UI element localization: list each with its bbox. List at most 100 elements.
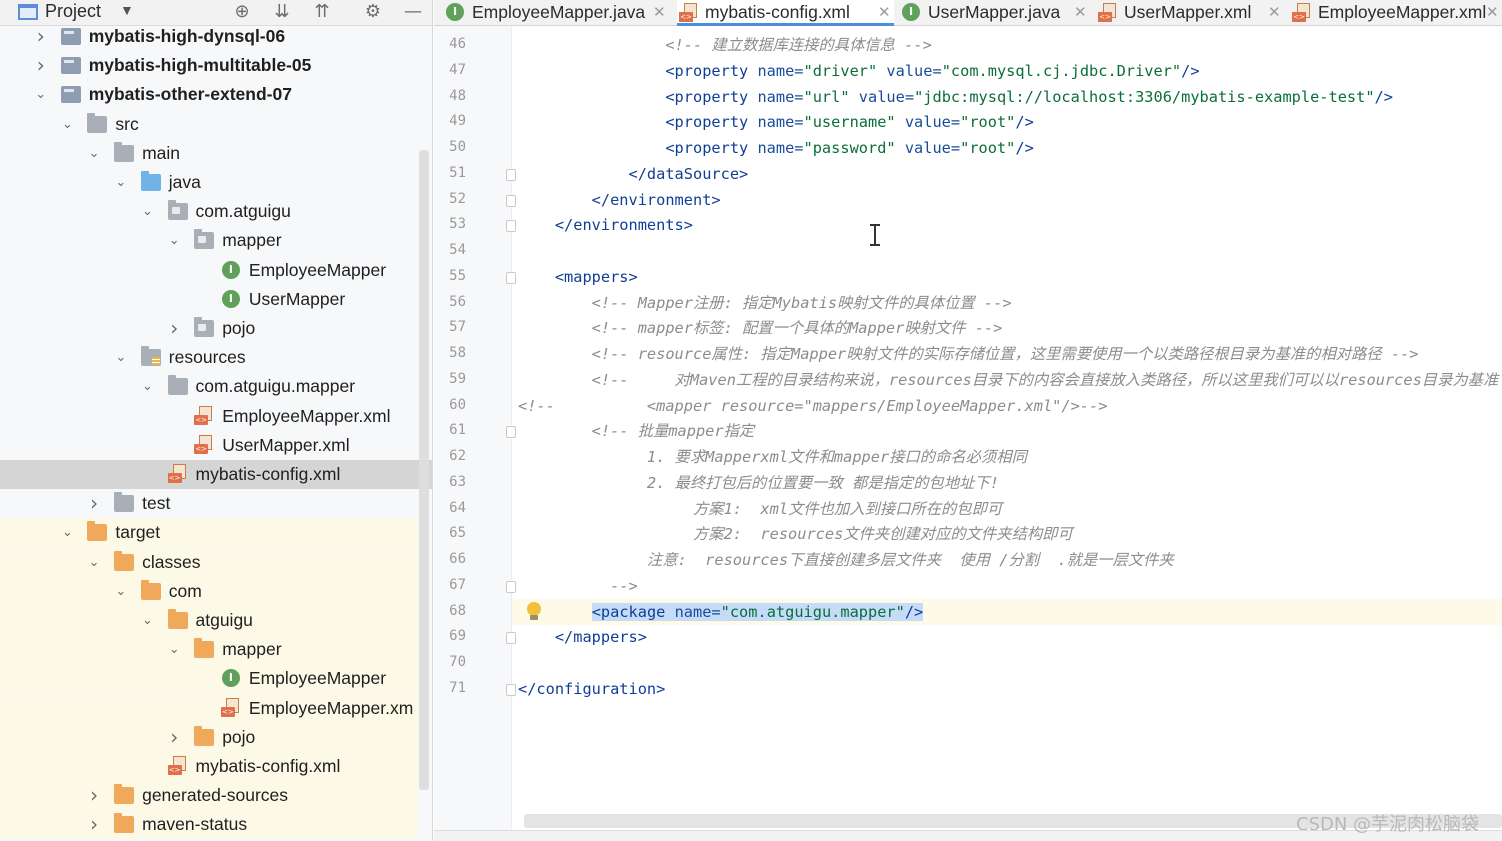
tree-node[interactable]: › mybatis-high-multitable-05 [0, 51, 418, 80]
tree-node[interactable]: › mybatis-high-dynsql-06 [0, 22, 418, 51]
tree-node[interactable]: › test [0, 489, 418, 518]
project-tree-scrollbar[interactable] [419, 150, 429, 790]
editor-tab[interactable]: I EmployeeMapper.java ✕ [444, 0, 669, 26]
close-icon[interactable]: ✕ [1268, 0, 1281, 24]
fold-marker-icon[interactable] [506, 220, 516, 233]
chevron-down-icon[interactable]: ⌄ [141, 197, 155, 226]
chevron-down-icon[interactable]: ⌄ [60, 518, 74, 547]
code-line[interactable]: --> [518, 574, 638, 599]
tree-node[interactable]: ⌄ target [0, 518, 418, 548]
code-line[interactable]: <!-- Mapper注册: 指定Mybatis映射文件的具体位置 --> [518, 291, 1012, 316]
tree-node[interactable]: › maven-status [0, 810, 418, 840]
line-number: 50 [449, 139, 466, 155]
tree-node[interactable]: › pojo [0, 314, 418, 343]
code-line[interactable]: 方案1: xml文件也加入到接口所在的包即可 [518, 497, 1002, 522]
editor-tab[interactable]: <> UserMapper.xml ✕ [1096, 0, 1284, 26]
tree-node[interactable]: › generated-sources [0, 781, 418, 811]
chevron-right-icon[interactable]: › [34, 51, 48, 80]
code-line[interactable]: </environments> [518, 213, 693, 238]
fold-marker-icon[interactable] [506, 168, 516, 181]
chevron-down-icon[interactable]: ⌄ [114, 168, 128, 197]
code-line[interactable]: <property name="url" value="jdbc:mysql:/… [518, 85, 1393, 110]
tree-node[interactable]: <> EmployeeMapper.xm [0, 693, 418, 723]
tree-node[interactable]: I UserMapper [0, 285, 418, 314]
close-icon[interactable]: ✕ [1074, 0, 1087, 24]
chevron-down-icon[interactable]: ⌄ [114, 577, 128, 606]
chevron-down-icon[interactable]: ⌄ [141, 606, 155, 635]
tree-node[interactable]: › pojo [0, 722, 418, 752]
chevron-down-icon[interactable]: ▼ [120, 2, 134, 18]
code-line[interactable]: 2. 最终打包后的位置要一致 都是指定的包地址下! [518, 471, 999, 496]
code-line[interactable]: </dataSource> [518, 162, 749, 187]
code-editor[interactable]: 46 47 48 49 50 51 52 53 54 55 56 57 58 59 60 61 62 63 64 65… [434, 26, 1502, 841]
code-line[interactable]: 方案2: resources文件夹创建对应的文件夹结构即可 [518, 522, 1073, 547]
code-line[interactable]: <!-- 批量mapper指定 [518, 419, 755, 444]
tree-node[interactable]: ⌄ com [0, 576, 418, 606]
chevron-down-icon[interactable]: ⌄ [167, 226, 181, 255]
tree-node[interactable]: <> mybatis-config.xml [0, 460, 432, 489]
tree-node[interactable]: ⌄ atguigu [0, 606, 418, 635]
tree-node[interactable]: ⌄ com.atguigu.mapper [0, 372, 418, 401]
line-number: 61 [449, 422, 466, 439]
fold-marker-icon[interactable] [506, 271, 516, 284]
close-icon[interactable]: ✕ [1486, 0, 1499, 24]
tree-node[interactable]: <> UserMapper.xml [0, 431, 418, 460]
tree-node[interactable]: ⌄ mapper [0, 635, 418, 665]
chevron-right-icon[interactable]: › [167, 723, 181, 752]
tree-node[interactable]: ⌄ resources [0, 343, 418, 372]
fold-marker-icon[interactable] [506, 632, 516, 645]
code-line[interactable]: <!-- resource属性: 指定Mapper映射文件的实际存储位置，这里需… [518, 342, 1419, 367]
code-line[interactable]: </mappers> [518, 625, 647, 650]
code-line[interactable]: <!-- <mapper resource="mappers/EmployeeM… [518, 394, 1107, 419]
tree-node[interactable]: ⌄ com.atguigu [0, 197, 418, 226]
fold-marker-icon[interactable] [506, 683, 516, 696]
tree-node[interactable]: ⌄ mapper [0, 226, 418, 255]
code-line[interactable]: <!-- mapper标签: 配置一个具体的Mapper映射文件 --> [518, 316, 1003, 341]
tree-node[interactable]: ⌄ src [0, 110, 418, 139]
fold-marker-icon[interactable] [506, 580, 516, 593]
project-view-selector[interactable]: Project [45, 1, 101, 22]
code-line[interactable]: <property name="username" value="root"/> [518, 110, 1033, 135]
tree-node[interactable]: ⌄ mybatis-other-extend-07 [0, 80, 418, 109]
tree-node[interactable]: <> mybatis-config.xml [0, 752, 418, 781]
code-line[interactable]: 1. 要求Mapperxml文件和mapper接口的命名必须相同 [518, 445, 1027, 470]
chevron-down-icon[interactable]: ⌄ [87, 548, 101, 577]
tree-node[interactable]: ⌄ java [0, 168, 418, 197]
code-line[interactable]: <!-- 对Maven工程的目录结构来说，resources目录下的内容会直接放… [518, 368, 1502, 393]
chevron-down-icon[interactable]: ⌄ [141, 372, 155, 401]
chevron-right-icon[interactable]: › [167, 314, 181, 343]
code-line[interactable]: <package name="com.atguigu.mapper"/> [518, 600, 924, 625]
tree-node[interactable]: I EmployeeMapper [0, 256, 418, 285]
chevron-right-icon[interactable]: › [34, 22, 48, 51]
chevron-right-icon[interactable]: › [87, 781, 101, 810]
chevron-down-icon[interactable]: ⌄ [114, 343, 128, 372]
code-line[interactable]: <property name="driver" value="com.mysql… [518, 59, 1199, 84]
tree-node[interactable]: <> EmployeeMapper.xml [0, 402, 418, 431]
code-line[interactable]: </environment> [518, 188, 721, 213]
tree-node-label: EmployeeMapper [248, 259, 387, 280]
interface-icon: I [221, 669, 240, 688]
chevron-down-icon[interactable]: ⌄ [34, 80, 48, 109]
lightbulb-icon[interactable] [526, 601, 542, 620]
code-line[interactable]: 注意: resources下直接创建多层文件夹 使用 /分割 .就是一层文件夹 [518, 548, 1174, 573]
editor-tab[interactable]: <> mybatis-config.xml ✕ [677, 0, 894, 26]
tree-node[interactable]: I EmployeeMapper [0, 664, 418, 694]
chevron-down-icon[interactable]: ⌄ [60, 110, 74, 139]
code-line[interactable]: <!-- 建立数据库连接的具体信息 --> [518, 33, 931, 58]
code-line[interactable]: </configuration> [518, 677, 665, 702]
code-line[interactable]: <mappers> [518, 265, 638, 290]
close-icon[interactable]: ✕ [878, 0, 891, 24]
close-icon[interactable]: ✕ [653, 0, 666, 24]
tree-node[interactable]: ⌄ main [0, 139, 418, 168]
chevron-right-icon[interactable]: › [87, 489, 101, 518]
editor-tab[interactable]: <> EmployeeMapper.xml ✕ [1290, 0, 1502, 26]
editor-tab[interactable]: I UserMapper.java ✕ [900, 0, 1090, 26]
fold-marker-icon[interactable] [506, 194, 516, 207]
chevron-right-icon[interactable]: › [87, 810, 101, 839]
tree-node[interactable]: ⌄ classes [0, 547, 418, 577]
code-line[interactable]: <property name="password" value="root"/> [518, 136, 1033, 161]
editor-tab-bar: I EmployeeMapper.java ✕ <> mybatis-config.xm… [434, 0, 1502, 26]
fold-marker-icon[interactable] [506, 426, 516, 439]
chevron-down-icon[interactable]: ⌄ [167, 635, 181, 664]
chevron-down-icon[interactable]: ⌄ [87, 139, 101, 168]
